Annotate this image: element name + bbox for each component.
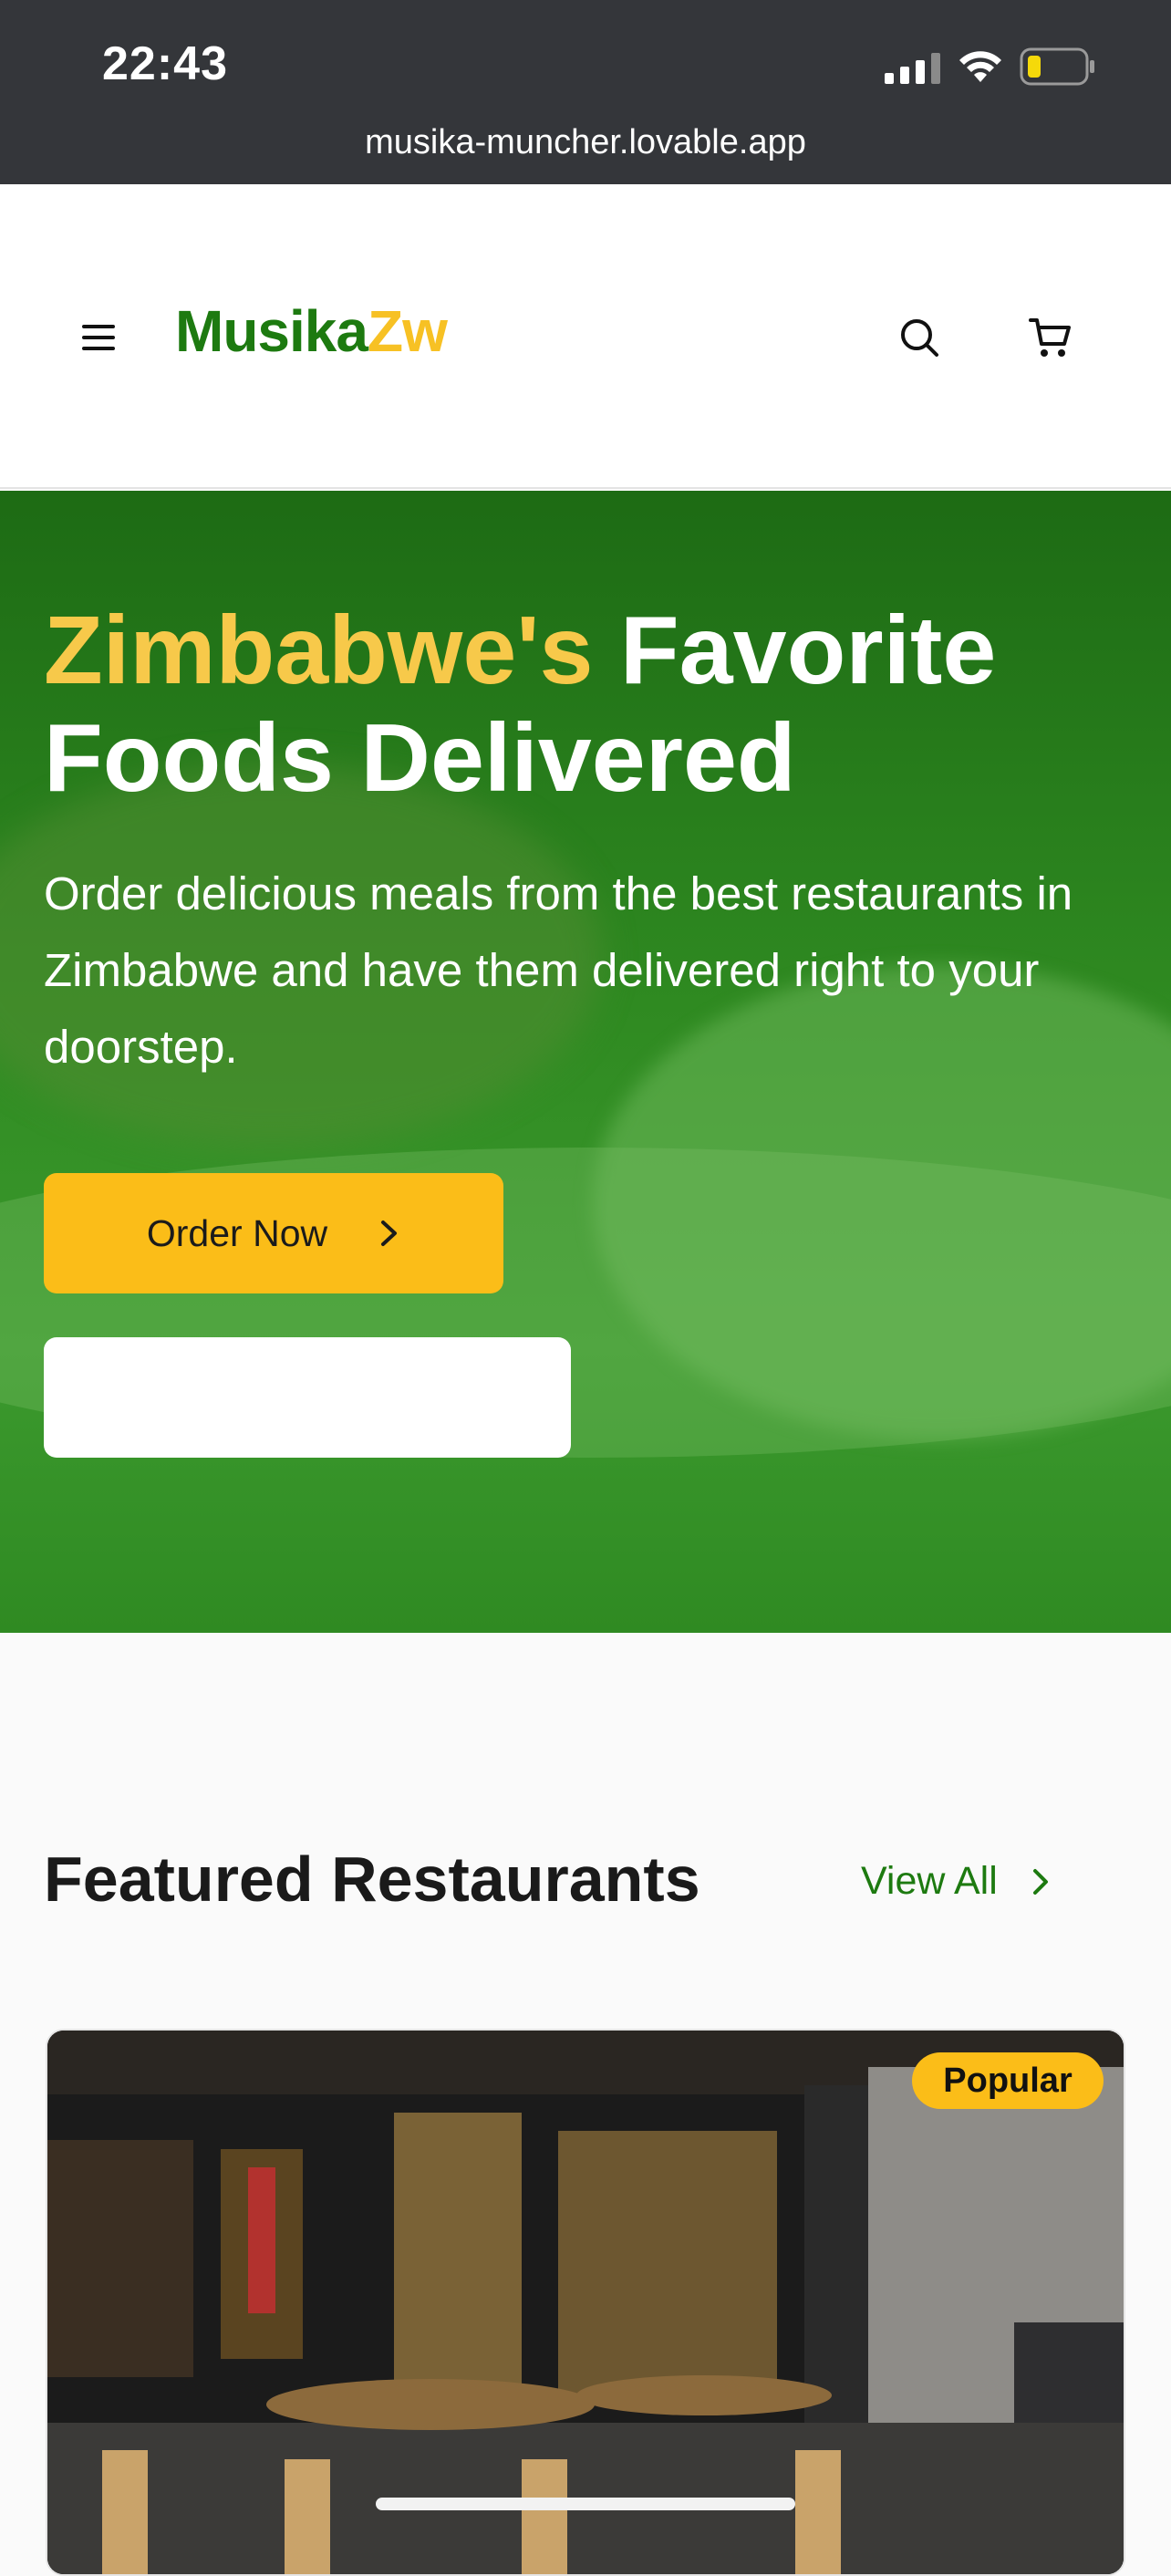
secondary-button[interactable] (44, 1337, 571, 1458)
chevron-right-icon (1032, 1868, 1048, 1895)
order-now-label: Order Now (146, 1211, 328, 1254)
order-now-button[interactable]: Order Now (44, 1173, 503, 1293)
app-logo[interactable]: MusikaZw (175, 297, 448, 365)
hero-banner: Zimbabwe's Favorite Foods Delivered Orde… (0, 491, 1171, 1633)
address-bar-url[interactable]: musika-muncher.lovable.app (0, 123, 1171, 162)
hero-title-line1-rest: Favorite (619, 597, 997, 704)
search-button[interactable] (894, 312, 945, 363)
app-header: MusikaZw (0, 184, 1171, 489)
menu-icon (82, 325, 115, 350)
hero-subtitle: Order delicious meals from the best rest… (44, 867, 1073, 1073)
logo-text-zw: Zw (367, 298, 448, 364)
chevron-right-icon (381, 1220, 398, 1246)
popular-badge: Popular (912, 2052, 1104, 2109)
status-bar: 22:43 musika-muncher.lovable.app (0, 0, 1171, 184)
restaurant-card[interactable] (46, 2029, 1125, 2576)
wifi-icon (959, 51, 1001, 82)
view-all-link[interactable]: View All (861, 1859, 1051, 1904)
restaurant-image (47, 2031, 1124, 2574)
status-time: 22:43 (102, 37, 228, 90)
view-all-label: View All (861, 1859, 998, 1903)
cart-icon (1029, 318, 1071, 357)
home-indicator[interactable] (376, 2498, 795, 2510)
hero-title: Zimbabwe's Favorite Foods Delivered (44, 597, 1138, 812)
battery-icon (1020, 47, 1094, 86)
cellular-signal-icon (885, 53, 940, 84)
featured-restaurants-title: Featured Restaurants (44, 1844, 700, 1915)
search-icon (901, 319, 938, 357)
hero-title-highlight: Zimbabwe's (44, 597, 594, 704)
hero-title-line2: Foods Delivered (44, 704, 796, 812)
cart-button[interactable] (1025, 312, 1076, 363)
logo-text-musika: Musika (175, 298, 368, 364)
menu-button[interactable] (75, 314, 122, 361)
